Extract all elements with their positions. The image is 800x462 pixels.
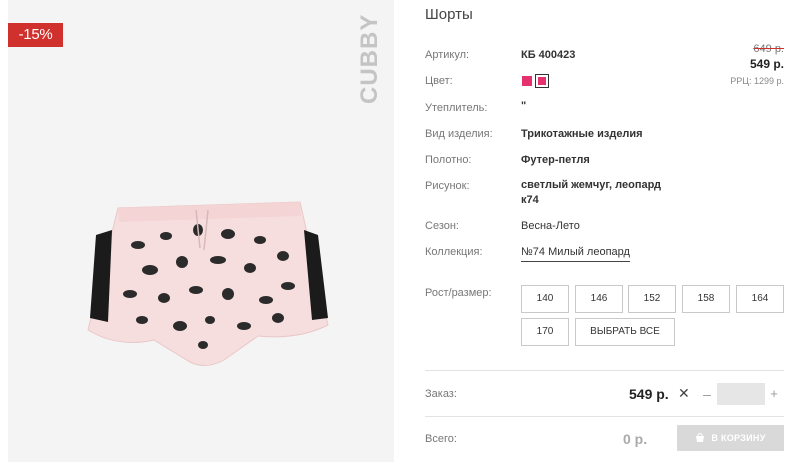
size-button-152[interactable]: 152 bbox=[628, 285, 676, 313]
total-label: Всего: bbox=[425, 433, 457, 445]
old-price: 649 р. bbox=[753, 43, 784, 55]
times-icon: ✕ bbox=[678, 385, 690, 401]
article-label: Артикул: bbox=[425, 49, 470, 61]
discount-badge: -15% bbox=[8, 23, 63, 47]
fabric-value: Футер-петля bbox=[521, 154, 590, 166]
quantity-decrease-button[interactable]: – bbox=[700, 384, 714, 404]
size-button-146[interactable]: 146 bbox=[575, 285, 623, 313]
size-label: Рост/размер: bbox=[425, 287, 492, 299]
product-shorts-image bbox=[87, 201, 329, 366]
divider bbox=[425, 370, 784, 371]
pattern-label: Рисунок: bbox=[425, 180, 470, 192]
size-button-170[interactable]: 170 bbox=[521, 318, 569, 346]
add-to-cart-label: В КОРЗИНУ bbox=[711, 433, 766, 443]
cart-icon bbox=[696, 433, 705, 442]
total-price: 0 р. bbox=[623, 431, 648, 447]
size-button-158[interactable]: 158 bbox=[682, 285, 730, 313]
add-to-cart-button[interactable]: В КОРЗИНУ bbox=[677, 425, 784, 451]
collection-link[interactable]: №74 Милый леопард bbox=[521, 246, 630, 262]
divider bbox=[425, 416, 784, 417]
pattern-value-line1: светлый жемчуг, леопард bbox=[521, 179, 662, 191]
season-label: Сезон: bbox=[425, 220, 459, 232]
quantity-increase-button[interactable]: + bbox=[767, 384, 781, 404]
quantity-input[interactable] bbox=[717, 383, 765, 405]
order-label: Заказ: bbox=[425, 388, 457, 400]
article-value: КБ 400423 bbox=[521, 49, 576, 61]
svg-text:CUBBY: CUBBY bbox=[356, 14, 383, 104]
color-swatch-selected[interactable] bbox=[535, 74, 549, 88]
select-all-sizes-button[interactable]: ВЫБРАТЬ ВСЕ bbox=[575, 318, 675, 346]
size-button-140[interactable]: 140 bbox=[521, 285, 569, 313]
rrp-price: РРЦ: 1299 р. bbox=[730, 76, 784, 86]
insulation-label: Утеплитель: bbox=[425, 102, 488, 114]
product-image-panel[interactable]: -15% CUBBY bbox=[8, 0, 394, 462]
product-type-label: Вид изделия: bbox=[425, 128, 493, 140]
pattern-value-line2: к74 bbox=[521, 194, 539, 206]
insulation-value: " bbox=[521, 100, 527, 112]
color-label: Цвет: bbox=[425, 75, 453, 87]
collection-label: Коллекция: bbox=[425, 246, 483, 258]
season-value: Весна-Лето bbox=[521, 220, 580, 232]
size-button-164[interactable]: 164 bbox=[736, 285, 784, 313]
order-price: 549 р. bbox=[629, 386, 669, 402]
pattern-value: светлый жемчуг, леопард к74 bbox=[521, 178, 681, 208]
product-type-value: Трикотажные изделия bbox=[521, 128, 643, 140]
current-price: 549 р. bbox=[749, 57, 784, 71]
product-title: Шорты bbox=[425, 6, 473, 23]
fabric-label: Полотно: bbox=[425, 154, 472, 166]
brand-logo: CUBBY bbox=[356, 14, 383, 104]
color-swatch[interactable] bbox=[522, 76, 532, 86]
